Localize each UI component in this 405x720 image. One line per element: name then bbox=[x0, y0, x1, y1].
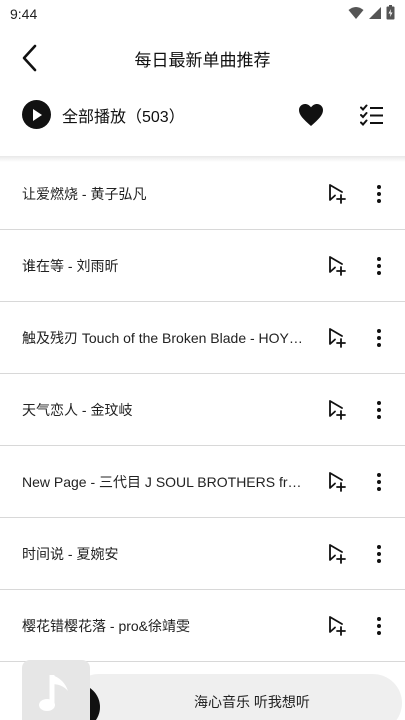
more-options-button[interactable] bbox=[368, 182, 390, 206]
more-options-button[interactable] bbox=[368, 470, 390, 494]
wifi-icon bbox=[348, 6, 364, 19]
song-title: 谁在等 - 刘雨昕 bbox=[22, 258, 119, 274]
playlist-add-icon bbox=[329, 472, 346, 492]
more-vertical-icon bbox=[377, 329, 381, 347]
play-icon bbox=[22, 100, 51, 129]
song-title: New Page - 三代目 J SOUL BROTHERS from EXIL… bbox=[22, 474, 304, 490]
more-vertical-icon bbox=[377, 473, 381, 491]
favorite-button[interactable] bbox=[297, 102, 325, 128]
song-list: 让爱燃烧 - 黄子弘凡 谁在等 - 刘雨昕 触及残刃 Touch of the … bbox=[0, 158, 405, 662]
more-options-button[interactable] bbox=[368, 614, 390, 638]
header: 每日最新单曲推荐 bbox=[0, 36, 405, 80]
song-row[interactable]: New Page - 三代目 J SOUL BROTHERS from EXIL… bbox=[0, 446, 405, 518]
signal-icon bbox=[369, 6, 381, 19]
more-options-button[interactable] bbox=[368, 398, 390, 422]
song-title: 让爱燃烧 - 黄子弘凡 bbox=[22, 186, 147, 202]
song-row[interactable]: 天气恋人 - 金玟岐 bbox=[0, 374, 405, 446]
album-cover[interactable] bbox=[22, 660, 90, 720]
status-icons bbox=[348, 5, 395, 20]
status-bar: 9:44 bbox=[0, 0, 405, 30]
song-row[interactable]: 樱花错樱花落 - pro&徐靖雯 bbox=[0, 590, 405, 662]
page-title: 每日最新单曲推荐 bbox=[134, 51, 271, 70]
heart-icon bbox=[299, 104, 323, 126]
more-vertical-icon bbox=[377, 257, 381, 275]
song-row[interactable]: 时间说 - 夏婉安 bbox=[0, 518, 405, 590]
playlist-add-icon bbox=[329, 544, 346, 564]
mini-player-text: 海心音乐 听我想听 bbox=[194, 694, 310, 710]
play-all-label: 全部播放（503） bbox=[62, 108, 185, 126]
playlist-add-icon bbox=[329, 328, 346, 348]
multi-select-button[interactable] bbox=[359, 102, 385, 128]
more-options-button[interactable] bbox=[368, 254, 390, 278]
playlist-add-icon bbox=[329, 184, 346, 204]
add-to-playlist-button[interactable] bbox=[325, 182, 349, 206]
song-row[interactable]: 谁在等 - 刘雨昕 bbox=[0, 230, 405, 302]
song-row[interactable]: 让爱燃烧 - 黄子弘凡 bbox=[0, 158, 405, 230]
more-options-button[interactable] bbox=[368, 326, 390, 350]
more-options-button[interactable] bbox=[368, 542, 390, 566]
playlist-add-icon bbox=[329, 616, 346, 636]
playlist-add-icon bbox=[329, 400, 346, 420]
song-title: 时间说 - 夏婉安 bbox=[22, 546, 119, 562]
battery-icon bbox=[386, 5, 395, 20]
add-to-playlist-button[interactable] bbox=[325, 398, 349, 422]
song-title: 天气恋人 - 金玟岐 bbox=[22, 402, 133, 418]
toolbar: 全部播放（503） bbox=[0, 94, 405, 138]
music-note-icon bbox=[39, 675, 68, 711]
song-title: 触及残刃 Touch of the Broken Blade - HOYO-Mi… bbox=[22, 330, 304, 346]
song-title: 樱花错樱花落 - pro&徐靖雯 bbox=[22, 618, 191, 634]
mini-player[interactable]: 海心音乐 听我想听 bbox=[22, 660, 405, 720]
checklist-icon bbox=[360, 104, 383, 126]
add-to-playlist-button[interactable] bbox=[325, 326, 349, 350]
status-time: 9:44 bbox=[10, 6, 38, 22]
more-vertical-icon bbox=[377, 545, 381, 563]
add-to-playlist-button[interactable] bbox=[325, 614, 349, 638]
more-vertical-icon bbox=[377, 617, 381, 635]
play-all-button[interactable]: 全部播放（503） bbox=[22, 100, 185, 129]
add-to-playlist-button[interactable] bbox=[325, 542, 349, 566]
add-to-playlist-button[interactable] bbox=[325, 470, 349, 494]
add-to-playlist-button[interactable] bbox=[325, 254, 349, 278]
playlist-add-icon bbox=[329, 256, 346, 276]
song-row[interactable]: 触及残刃 Touch of the Broken Blade - HOYO-Mi… bbox=[0, 302, 405, 374]
more-vertical-icon bbox=[377, 401, 381, 419]
more-vertical-icon bbox=[377, 185, 381, 203]
